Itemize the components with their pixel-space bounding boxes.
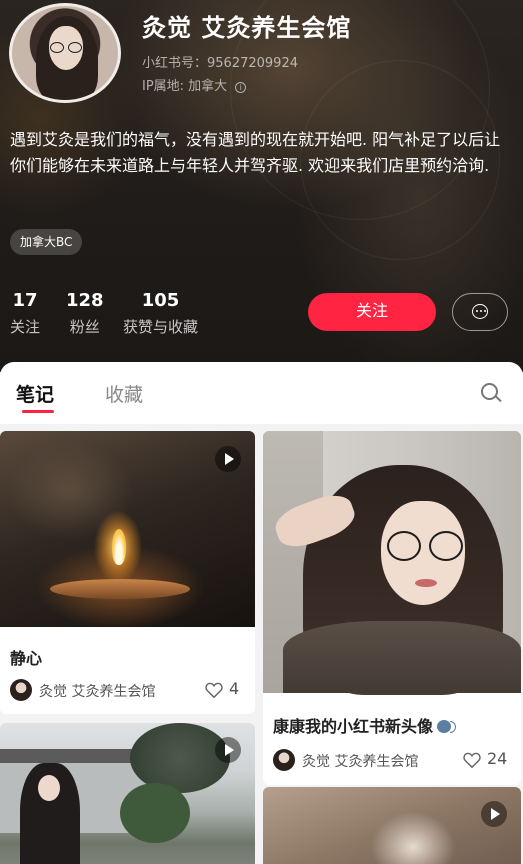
note-card[interactable] bbox=[0, 723, 255, 864]
note-card[interactable]: 静心 灸觉 艾灸养生会馆 4 bbox=[0, 431, 255, 714]
active-tab-indicator bbox=[22, 410, 54, 413]
profile-nickname: 灸觉 艾灸养生会馆 bbox=[142, 14, 352, 42]
tab-notes[interactable]: 笔记 bbox=[16, 380, 54, 407]
note-title: 静心 bbox=[10, 649, 43, 668]
profile-id[interactable]: 小红书号：95627209924 bbox=[142, 52, 298, 71]
like-count: 4 bbox=[229, 679, 240, 698]
heart-icon bbox=[463, 752, 481, 768]
author-name: 灸觉 艾灸养生会馆 bbox=[302, 754, 419, 770]
stat-following[interactable]: 17 关注 bbox=[10, 290, 40, 337]
stat-likes-label: 获赞与收藏 bbox=[123, 318, 199, 336]
note-card[interactable] bbox=[263, 787, 521, 864]
note-cover-image bbox=[263, 431, 521, 695]
follow-button[interactable]: 关注 bbox=[308, 293, 436, 331]
notes-feed: 静心 灸觉 艾灸养生会馆 4 康康我的小红书新头像 灸觉 艾灸养生会馆 24 bbox=[0, 424, 523, 864]
heart-icon bbox=[205, 682, 223, 698]
content-tabs: 笔记 收藏 bbox=[0, 362, 523, 424]
play-icon bbox=[215, 737, 241, 763]
search-icon[interactable] bbox=[481, 383, 502, 403]
author-avatar bbox=[273, 749, 295, 771]
tab-collect[interactable]: 收藏 bbox=[105, 380, 143, 407]
stat-followers-count: 128 bbox=[66, 290, 104, 311]
note-title-wrapper: 康康我的小红书新头像 bbox=[273, 713, 457, 737]
profile-bio: 遇到艾灸是我们的福气，没有遇到的现在就开始吧. 阳气补足了以后让你们能够在未来道… bbox=[10, 130, 501, 175]
message-button[interactable] bbox=[452, 293, 508, 331]
play-icon bbox=[215, 446, 241, 472]
profile-ip-location: IP属地: 加拿大 i bbox=[142, 75, 247, 94]
note-card[interactable]: 康康我的小红书新头像 灸觉 艾灸养生会馆 24 bbox=[263, 431, 521, 785]
stat-followers[interactable]: 128 粉丝 bbox=[66, 290, 104, 337]
stat-likes-and-collects[interactable]: 105 获赞与收藏 bbox=[123, 290, 198, 337]
note-cover-image bbox=[263, 787, 521, 864]
play-icon bbox=[481, 801, 507, 827]
author-name: 灸觉 艾灸养生会馆 bbox=[39, 684, 156, 700]
speaking-head-emoji bbox=[437, 718, 457, 734]
note-title: 康康我的小红书新头像 bbox=[273, 717, 434, 736]
stat-following-label: 关注 bbox=[10, 318, 41, 336]
info-icon[interactable]: i bbox=[235, 82, 247, 93]
stat-followers-label: 粉丝 bbox=[69, 318, 100, 336]
stat-following-count: 17 bbox=[12, 290, 38, 311]
location-tag: 加拿大BC bbox=[10, 229, 83, 255]
stat-likes-count: 105 bbox=[141, 290, 180, 311]
author-avatar bbox=[10, 679, 32, 701]
profile-header: 灸觉 艾灸养生会馆 小红书号：95627209924 IP属地: 加拿大 i 遇到… bbox=[0, 0, 523, 372]
like-count: 24 bbox=[487, 749, 508, 768]
profile-avatar[interactable] bbox=[9, 3, 121, 103]
ip-location-label: IP属地: 加拿大 bbox=[142, 79, 228, 94]
